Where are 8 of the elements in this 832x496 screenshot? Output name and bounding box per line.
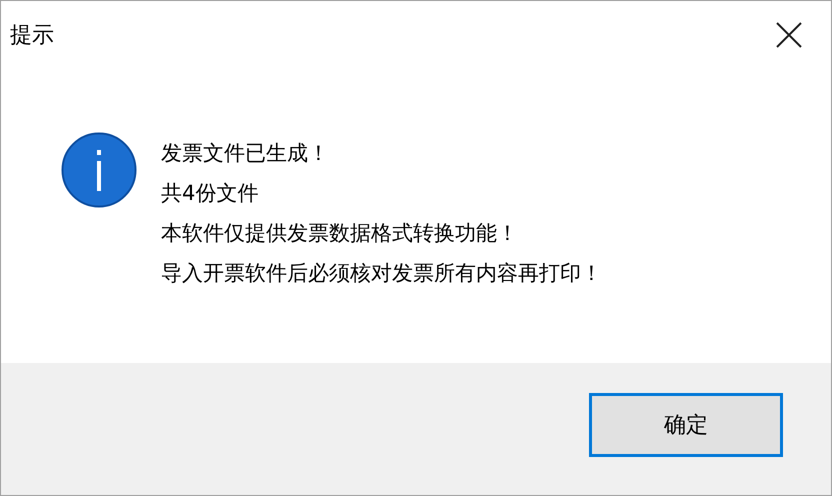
message-line: 导入开票软件后必须核对发票所有内容再打印！ [161, 260, 602, 287]
close-icon [776, 22, 802, 48]
window-title: 提示 [10, 22, 54, 50]
message-line: 发票文件已生成！ [161, 140, 330, 167]
message-line: 本软件仅提供发票数据格式转换功能！ [161, 220, 519, 247]
info-icon [61, 132, 137, 208]
ok-button[interactable]: 确定 [589, 393, 783, 457]
message-line: 共4份文件 [161, 180, 260, 207]
